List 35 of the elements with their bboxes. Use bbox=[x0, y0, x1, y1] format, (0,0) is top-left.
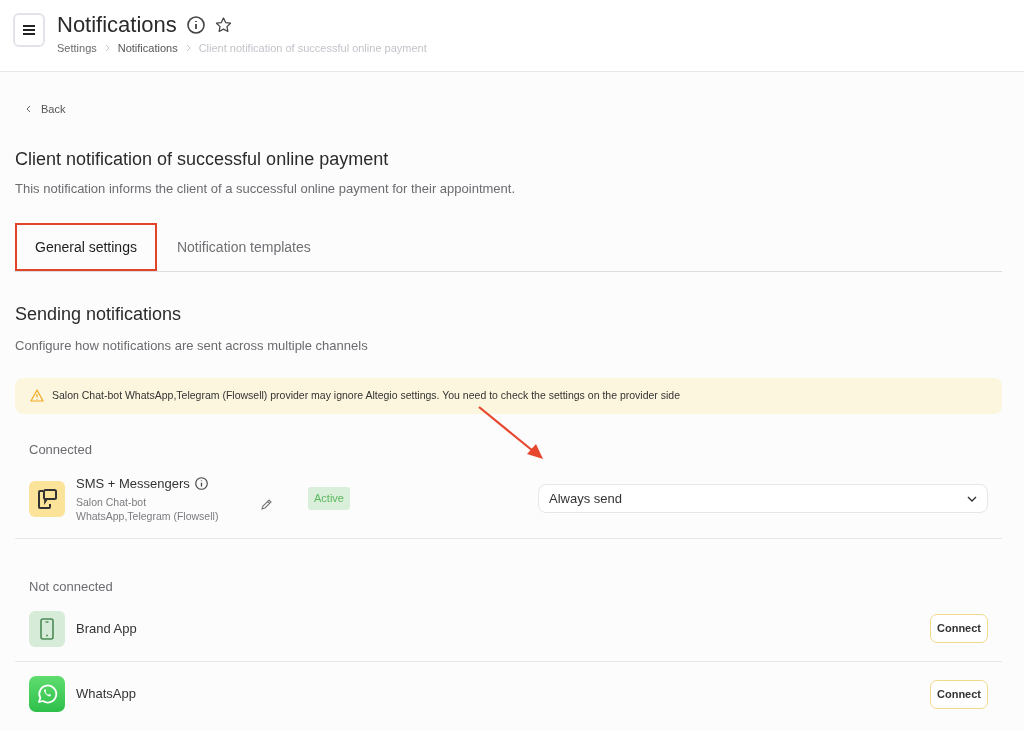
menu-button[interactable] bbox=[13, 13, 45, 47]
page-heading: Notifications bbox=[57, 12, 177, 38]
pencil-icon[interactable] bbox=[260, 498, 272, 511]
connect-button[interactable]: Connect bbox=[930, 679, 988, 709]
channel-name: WhatsApp bbox=[76, 685, 136, 704]
warning-text: Salon Chat-bot WhatsApp,Telegram (Flowsell) provider may ignore Altegio settings. You need to check the settings on the provider side bbox=[52, 387, 680, 403]
section-description: Configure how notifications are sent across multiple channels bbox=[15, 337, 369, 355]
tab[interactable]: General settings bbox=[15, 223, 157, 271]
chat-phone-icon bbox=[29, 480, 65, 517]
chevron-left-icon bbox=[26, 105, 31, 114]
status-badge: Active bbox=[308, 487, 350, 510]
info-icon[interactable] bbox=[186, 16, 205, 34]
star-icon[interactable] bbox=[214, 17, 232, 33]
provider-text: Salon Chat-bot WhatsApp,Telegram (Flowsell) bbox=[76, 495, 220, 524]
breadcrumb-link[interactable]: Notifications bbox=[117, 40, 178, 57]
breadcrumb-link[interactable]: Settings bbox=[57, 40, 97, 57]
group-heading: Connected bbox=[29, 440, 93, 459]
group-heading: Not connected bbox=[29, 578, 114, 596]
connect-button[interactable]: Connect bbox=[930, 614, 988, 643]
chevron-down-icon bbox=[967, 495, 977, 502]
page-title: Client notification of successful online payment bbox=[15, 147, 390, 171]
section-title: Sending notifications bbox=[15, 303, 183, 326]
channel-name: SMS + Messengers bbox=[76, 474, 190, 493]
tab[interactable]: Notification templates bbox=[156, 223, 331, 271]
info-icon[interactable] bbox=[194, 477, 208, 490]
page-description: This notification informs the client of a successful online payment for their appointment. bbox=[15, 179, 517, 198]
back-link[interactable]: Back bbox=[26, 101, 66, 118]
chevron-right-icon bbox=[104, 44, 110, 53]
send-mode-dropdown[interactable]: Always send bbox=[538, 484, 988, 513]
phone-icon bbox=[29, 610, 65, 647]
chat-bubble-icon bbox=[29, 676, 65, 712]
menu-icon bbox=[23, 25, 35, 35]
chevron-right-icon bbox=[185, 44, 191, 53]
warning-icon bbox=[30, 389, 44, 402]
channel-name: Brand App bbox=[76, 619, 137, 638]
